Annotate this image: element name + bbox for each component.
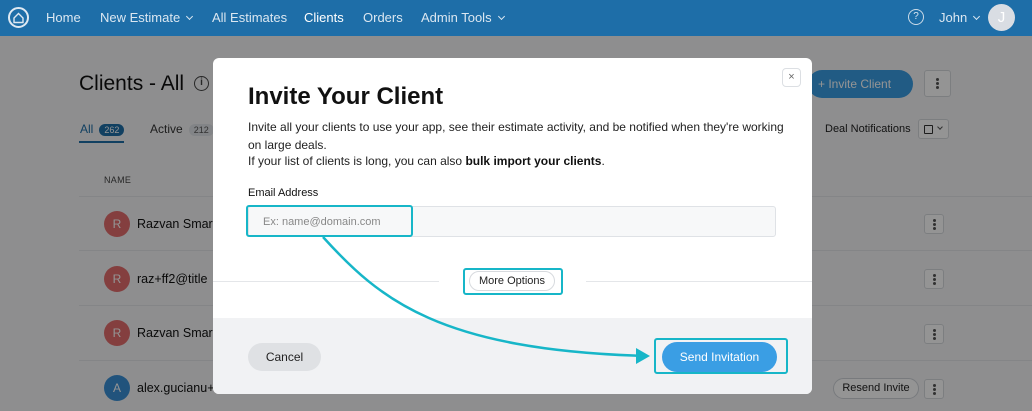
- email-field-highlight: [246, 205, 413, 237]
- nav-admin-tools-label: Admin Tools: [421, 10, 492, 25]
- bulk-import-text: If your list of clients is long, you can…: [248, 154, 605, 168]
- help-icon[interactable]: ?: [908, 9, 924, 25]
- chevron-down-icon: [497, 12, 505, 21]
- divider: [213, 281, 439, 282]
- avatar[interactable]: J: [988, 4, 1015, 31]
- divider: [586, 281, 812, 282]
- nav-orders[interactable]: Orders: [363, 10, 403, 25]
- top-nav-bar: Home New Estimate All Estimates Clients …: [0, 0, 1032, 36]
- nav-all-estimates[interactable]: All Estimates: [212, 10, 287, 25]
- user-menu[interactable]: John: [939, 10, 981, 25]
- email-field-label: Email Address: [248, 187, 319, 199]
- bulk-import-link[interactable]: bulk import your clients: [465, 154, 601, 168]
- chevron-down-icon: [186, 12, 194, 21]
- user-name: John: [939, 10, 968, 25]
- modal-title: Invite Your Client: [248, 83, 444, 110]
- nav-home[interactable]: Home: [46, 10, 81, 25]
- home-logo-icon[interactable]: [8, 7, 29, 28]
- close-icon[interactable]: ×: [782, 68, 801, 87]
- nav-clients[interactable]: Clients: [304, 10, 344, 25]
- chevron-down-icon: [973, 12, 981, 21]
- more-options-highlight: [463, 268, 563, 295]
- cancel-button[interactable]: Cancel: [248, 343, 321, 371]
- send-invitation-highlight: [654, 338, 788, 374]
- nav-new-estimate[interactable]: New Estimate: [100, 10, 194, 25]
- nav-admin-tools[interactable]: Admin Tools: [421, 10, 505, 25]
- nav-new-estimate-label: New Estimate: [100, 10, 181, 25]
- modal-description: Invite all your clients to use your app,…: [248, 120, 784, 152]
- bulk-import-prefix: If your list of clients is long, you can…: [248, 154, 466, 168]
- bulk-import-suffix: .: [601, 154, 605, 168]
